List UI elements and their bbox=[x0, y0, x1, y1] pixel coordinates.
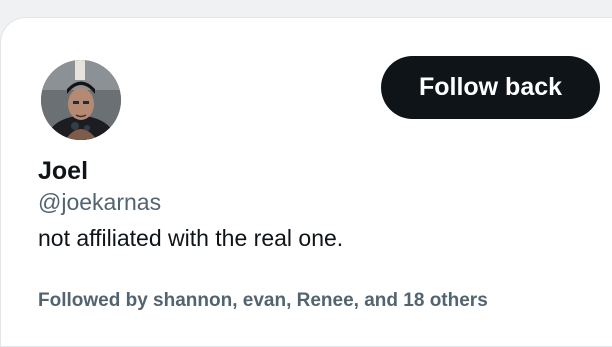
follow-back-button[interactable]: Follow back bbox=[381, 56, 600, 119]
profile-name[interactable]: Joel bbox=[38, 156, 88, 186]
avatar-photo-icon bbox=[41, 60, 121, 140]
profile-card[interactable]: Follow back Joel @joekarnas not affiliat… bbox=[0, 17, 612, 347]
profile-bio: not affiliated with the real one. bbox=[38, 225, 344, 251]
followed-by-text[interactable]: Followed by shannon, evan, Renee, and 18… bbox=[38, 289, 488, 313]
profile-handle[interactable]: @joekarnas bbox=[38, 188, 161, 216]
avatar[interactable] bbox=[41, 60, 121, 140]
